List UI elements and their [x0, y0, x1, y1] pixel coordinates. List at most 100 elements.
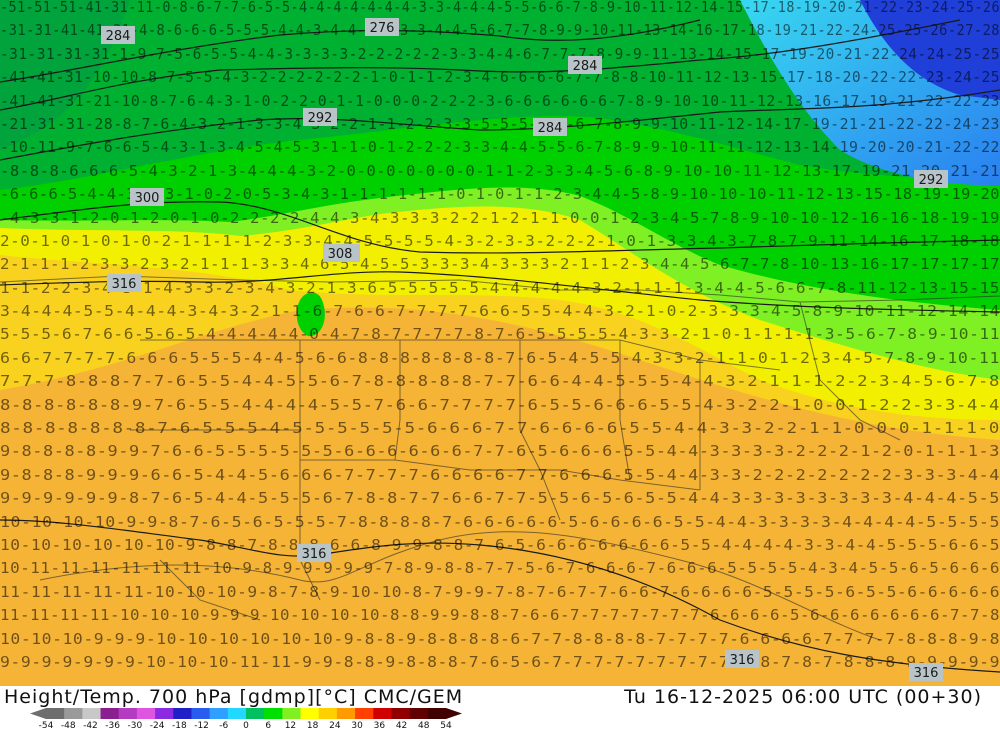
contour-label: 284 [533, 118, 567, 136]
colorbar-swatch [318, 708, 338, 719]
contour-label-text: 300 [135, 191, 160, 206]
grid-row: 7-7-7-8-8-8-7-7-6-5-5-4-4-5-5-6-7-8-8-8-… [0, 372, 1000, 390]
contour-label: 292 [303, 108, 337, 126]
colorbar-tick-label: 36 [373, 721, 386, 731]
grid-row: 9-8-8-8-8-9-9-7-6-6-5-5-5-5-5-5-6-6-6-6-… [0, 442, 1000, 460]
colorbar-tick-label: -54 [38, 721, 54, 731]
contour-label: 316 [909, 663, 943, 681]
contour-label-text: 316 [914, 666, 939, 681]
grid-row: 11-11-11-11-11-10-10-10-9-8-7-8-9-10-10-… [0, 583, 1000, 601]
colorbar-max-arrow [446, 708, 462, 719]
grid-row: 10-10-10-10-10-10-9-8-8-7-8-8-8-6-6-8-9-… [0, 536, 1000, 554]
weather-map[interactable]: -51-51-51-41-31-11-0-8-6-7-7-6-5-5-4-4-4… [0, 0, 1000, 690]
grid-row: -31-31-41-41-31-4-8-6-6-6-5-5-5-4-4-3-4-… [0, 21, 1000, 39]
contour-label-text: 292 [308, 111, 333, 126]
contour-label-text: 284 [538, 121, 563, 136]
grid-row: 10-11-11-11-11-11-11-10-9-8-9-9-9-9-9-7-… [0, 559, 1000, 577]
colorbar-swatch [82, 708, 102, 719]
colorbar-swatch [355, 708, 374, 719]
grid-row: 9-9-9-9-9-9-8-7-6-5-4-4-5-5-5-6-7-8-8-7-… [0, 489, 1000, 507]
colorbar-swatch [391, 708, 411, 719]
colorbar-swatch [264, 708, 283, 719]
map-title: Height/Temp. 700 hPa [gdmp][°C] CMC/GEM [4, 686, 464, 708]
colorbar-swatch [427, 708, 447, 719]
contour-label-text: 284 [106, 29, 131, 44]
colorbar-swatch [191, 708, 211, 719]
colorbar-ticks: -54 -48 -42 -36 -30 -24 -18 -12 -6 0 6 12 18 24 30 36 42… [30, 721, 470, 733]
colorbar-tick-label: -6 [219, 721, 229, 731]
grid-row: -4-3-3-1-2-0-1-2-0-1-0-2-2-2-2-4-4-3-4-3… [0, 209, 1000, 227]
colorbar-swatch [336, 708, 356, 719]
contour-label-text: 276 [370, 21, 395, 36]
grid-row: 2-0-1-0-1-0-1-0-2-1-1-1-1-2-3-3-4-4-5-5-… [0, 232, 1000, 250]
grid-row: 9-9-9-9-9-9-9-10-10-10-11-11-9-9-8-8-9-8… [0, 653, 1000, 671]
colorbar-tick-label: -12 [194, 721, 209, 731]
valid-time: Tu 16-12-2025 06:00 UTC (00+30) [624, 686, 982, 708]
contour-label: 292 [914, 170, 948, 188]
grid-row: -8-8-8-6-6-6-5-4-3-2-1-3-4-4-4-3-2-0-0-0… [0, 162, 1000, 180]
colorbar-tick-label: -36 [105, 721, 121, 731]
colorbar-swatch [100, 708, 120, 719]
grid-row: 10-10-10-9-9-9-10-10-10-10-10-10-9-8-8-9… [0, 630, 1000, 648]
colorbar-swatch [409, 708, 429, 719]
contour-label-text: 316 [112, 277, 137, 292]
colorbar [30, 708, 462, 719]
contour-label-text: 316 [302, 547, 327, 562]
map-footer: Height/Temp. 700 hPa [gdmp][°C] CMC/GEM … [0, 686, 1000, 733]
colorbar-swatch [209, 708, 229, 719]
grid-row: -21-31-31-28-8-7-6-4-3-2-1-3-3-4-3-2-2-1… [0, 115, 1000, 133]
grid-row: 6-6-7-7-7-7-6-6-6-5-5-5-4-4-5-6-6-8-8-8-… [0, 349, 1000, 367]
colorbar-tick-label: -30 [127, 721, 143, 731]
colorbar-tick-label: -18 [171, 721, 187, 731]
colorbar-tick-label: 54 [440, 721, 452, 731]
grid-row: -51-51-51-41-31-11-0-8-6-7-7-6-5-5-4-4-4… [0, 0, 1000, 16]
colorbar-tick-label: 30 [351, 721, 363, 731]
grid-row: -41-41-31-10-10-8-7-5-5-4-3-2-2-2-2-2-2-… [0, 68, 1000, 86]
colorbar-tick-label: -48 [60, 721, 76, 731]
colorbar-swatch [173, 708, 192, 719]
contour-label-text: 284 [573, 59, 598, 74]
colorbar-min-arrow [30, 708, 46, 719]
grid-row: 5-5-5-6-7-6-6-5-6-5-4-4-4-4-4-0-4-7-8-7-… [0, 325, 1000, 343]
contour-label: 316 [107, 274, 141, 292]
grid-row: 1-1-2-2-3-4-3-1-4-3-3-2-3-4-3-2-1-3-6-5-… [0, 279, 1000, 297]
contour-label: 300 [130, 188, 164, 206]
colorbar-tick-label: -42 [83, 721, 98, 731]
colorbar-tick-label: 18 [306, 721, 319, 731]
colorbar-tick-label: 48 [418, 721, 430, 731]
grid-row: 11-11-11-11-10-10-10-9-9-9-10-10-10-10-8… [0, 606, 1000, 624]
contour-label-text: 308 [328, 247, 353, 262]
colorbar-swatch [64, 708, 83, 719]
value-grid: -51-51-51-41-31-11-0-8-6-7-7-6-5-5-4-4-4… [0, 0, 1000, 671]
colorbar-tick-label: -24 [149, 721, 165, 731]
colorbar-tick-label: 42 [395, 721, 408, 731]
grid-row: 2-1-1-1-2-3-3-2-3-2-1-1-1-3-3-4-6-5-4-5-… [0, 255, 1000, 273]
colorbar-swatch [118, 708, 138, 719]
colorbar-tick-label: 24 [329, 721, 341, 731]
colorbar-swatch [300, 708, 320, 719]
grid-row: 9-8-8-8-9-9-9-6-6-5-4-4-5-6-6-6-7-7-7-7-… [0, 466, 1000, 484]
colorbar-swatch [136, 708, 156, 719]
grid-row: 10-10-10-10-9-9-8-7-6-5-6-5-5-5-7-8-8-8-… [0, 513, 1000, 531]
grid-row: -41-41-31-21-10-8-7-6-4-3-1-0-2-2-0-1-1-… [0, 92, 1000, 110]
colorbar-tick-label: 0 [243, 721, 249, 731]
contour-label: 316 [725, 650, 759, 668]
map-canvas: -51-51-51-41-31-11-0-8-6-7-7-6-5-5-4-4-4… [0, 0, 1000, 690]
contour-label: 276 [365, 18, 399, 36]
grid-row: 8-8-8-8-8-8-9-7-6-5-5-4-4-4-4-5-5-7-6-6-… [0, 396, 1000, 414]
colorbar-swatch [246, 708, 265, 719]
contour-label: 284 [101, 26, 135, 44]
colorbar-tick-label: 6 [265, 721, 272, 731]
contour-label-text: 316 [730, 653, 755, 668]
contour-label: 308 [323, 244, 357, 262]
colorbar-swatch [46, 708, 65, 719]
contour-label: 316 [297, 544, 331, 562]
grid-row: -31-31-31-31-1-9-7-5-6-5-5-4-4-3-3-3-3-2… [0, 45, 1000, 63]
grid-row: 3-4-4-4-5-5-4-4-4-3-4-3-2-1-1-6-7-6-6-7-… [0, 302, 1000, 320]
contour-label: 284 [568, 56, 602, 74]
contour-label-text: 292 [919, 173, 944, 188]
grid-row: 8-8-8-8-8-8-8-7-6-5-5-5-4-5-5-5-5-5-5-6-… [0, 419, 1000, 437]
colorbar-swatch [373, 708, 392, 719]
colorbar-swatch [282, 708, 302, 719]
grid-row: -10-11-9-7-6-6-5-4-3-1-3-4-5-4-5-3-1-1-0… [0, 138, 1000, 156]
